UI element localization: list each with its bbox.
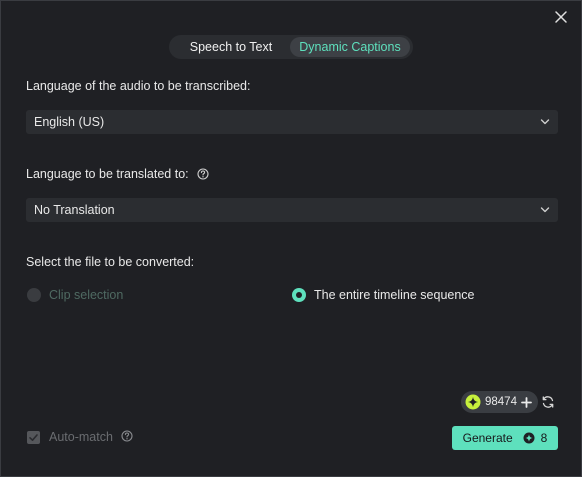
- radio-button-selected[interactable]: [292, 288, 306, 302]
- target-language-label-row: Language to be translated to:: [26, 167, 209, 181]
- source-language-value: English (US): [34, 115, 105, 129]
- source-language-label: Language of the audio to be transcribed:: [26, 79, 251, 93]
- chevron-down-icon: [540, 119, 550, 125]
- file-selection-label: Select the file to be converted:: [26, 255, 195, 269]
- tab-speech-to-text[interactable]: Speech to Text: [172, 37, 290, 57]
- radio-entire-timeline[interactable]: The entire timeline sequence: [292, 287, 475, 303]
- close-icon[interactable]: [553, 9, 569, 25]
- coin-icon: [523, 432, 535, 444]
- credits-badge: 98474: [461, 391, 538, 413]
- target-language-label: Language to be translated to:: [26, 167, 189, 181]
- generate-cost: 8: [540, 431, 548, 445]
- checkmark-icon: [29, 433, 38, 441]
- ai-captions-dialog: Speech to Text Dynamic Captions Language…: [0, 0, 582, 477]
- generate-button[interactable]: Generate 8: [452, 426, 558, 450]
- radio-entire-timeline-label: The entire timeline sequence: [314, 288, 475, 302]
- radio-clip-selection-label: Clip selection: [49, 288, 124, 302]
- target-language-select[interactable]: No Translation: [26, 198, 558, 222]
- plus-icon[interactable]: [521, 396, 532, 408]
- help-icon[interactable]: [197, 168, 209, 180]
- credits-value: 98474: [485, 396, 517, 408]
- radio-clip-selection[interactable]: Clip selection: [27, 287, 123, 303]
- auto-match-label: Auto-match: [49, 430, 113, 444]
- auto-match-checkbox[interactable]: [27, 430, 40, 444]
- help-icon[interactable]: [121, 430, 133, 442]
- chevron-down-icon: [540, 207, 550, 213]
- radio-button[interactable]: [27, 288, 41, 302]
- mode-tabs: Speech to Text Dynamic Captions: [169, 35, 413, 59]
- tab-dynamic-captions[interactable]: Dynamic Captions: [290, 37, 410, 57]
- refresh-icon[interactable]: [541, 395, 555, 409]
- target-language-value: No Translation: [34, 203, 115, 217]
- source-language-select[interactable]: English (US): [26, 110, 558, 134]
- auto-match-row: Auto-match: [27, 430, 133, 444]
- generate-button-label: Generate: [462, 431, 513, 445]
- ai-credit-icon: [465, 394, 481, 410]
